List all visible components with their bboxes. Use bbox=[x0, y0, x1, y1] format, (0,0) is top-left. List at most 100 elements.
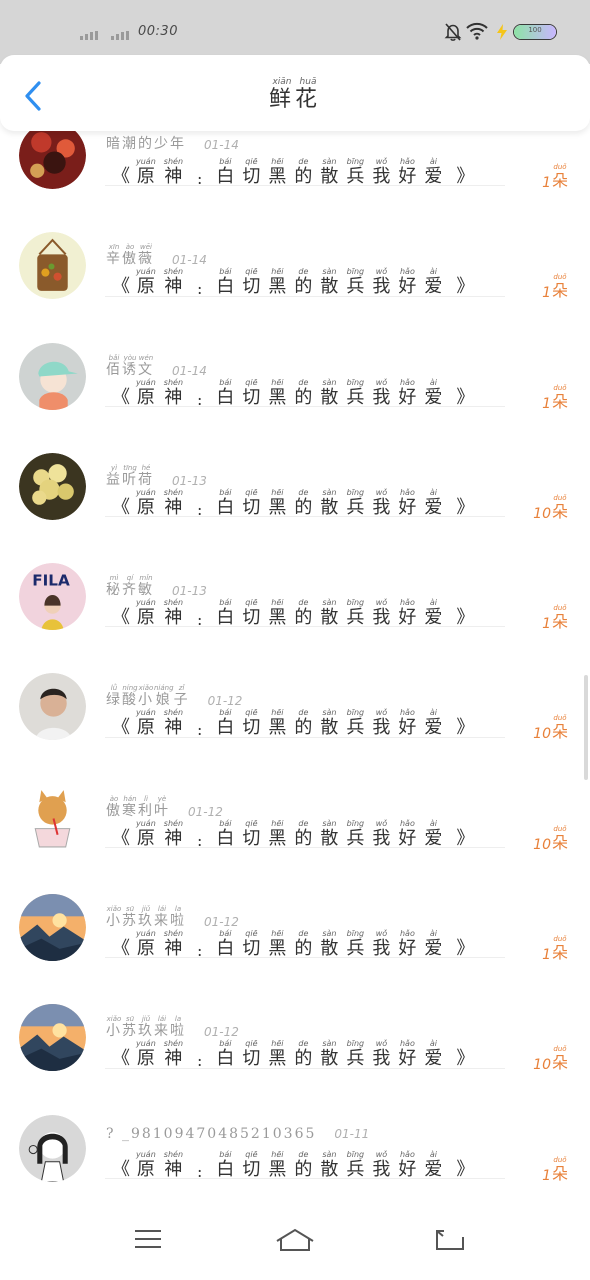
fila-girl-avatar[interactable]: FILA bbox=[19, 563, 86, 631]
message-char: 神shén bbox=[163, 157, 184, 187]
message-char: 的de bbox=[294, 818, 313, 849]
list-item[interactable]: 傲ào寒hán利lì叶yè 01-12 《原yuán 神shén: 白bái 切qiē 黑h… bbox=[0, 738, 590, 853]
message-char: 原yuán bbox=[136, 157, 156, 187]
message-char: 神shén bbox=[163, 377, 184, 408]
gift-message: 《原yuán 神shén: 白bái 切qiē 黑hēi 的de 散sàn 兵bīng 我wǒ 好… bbox=[106, 708, 480, 739]
date: 01-13 bbox=[172, 584, 207, 599]
message-char: 的de bbox=[294, 598, 313, 629]
message-char: 爱ài bbox=[424, 487, 443, 518]
close-bracket: 》 bbox=[456, 827, 475, 849]
message-char: 原yuán bbox=[136, 487, 156, 518]
cartoon-girl-cap-avatar[interactable] bbox=[19, 342, 86, 410]
flower-count: 1 朵duǒ bbox=[542, 1156, 568, 1184]
back-icon[interactable] bbox=[434, 1227, 466, 1253]
item-meta: 秘mì齐qí敏mǐn 01-13 bbox=[106, 574, 207, 599]
close-bracket: 》 bbox=[456, 276, 475, 298]
username[interactable]: 益yì听tīng荷hé bbox=[106, 464, 154, 489]
list-item[interactable]: 小xiǎo苏sū玖jiǔ来lái啦la 01-12 《原yuán 神shén: 白bái… bbox=[0, 848, 590, 963]
list-item[interactable]: 益yì听tīng荷hé 01-13 《原yuán 神shén: 白bái 切qiē 黑hēi… bbox=[0, 407, 590, 522]
username-char: 来lái bbox=[154, 905, 170, 930]
message-char: 兵bīng bbox=[346, 929, 365, 960]
message-char: 兵bīng bbox=[346, 598, 365, 629]
username-char: 小xiǎo bbox=[106, 1015, 122, 1040]
username-char: 年 bbox=[170, 136, 186, 152]
message-char: 好hǎo bbox=[398, 1149, 417, 1180]
message-char: 散sàn bbox=[320, 377, 339, 408]
home-icon[interactable] bbox=[275, 1227, 315, 1253]
list-item[interactable]: 小xiǎo苏sū玖jiǔ来lái啦la 01-12 《原yuán 神shén: 白bái… bbox=[0, 958, 590, 1073]
username-char: 绿lǜ bbox=[106, 684, 122, 709]
username[interactable]: 傲ào寒hán利lì叶yè bbox=[106, 795, 170, 820]
open-bracket: 《 bbox=[112, 496, 130, 518]
message-char: 我wǒ bbox=[372, 929, 391, 960]
message-char: 散sàn bbox=[320, 929, 339, 960]
message-char: 原yuán bbox=[136, 818, 156, 849]
username[interactable]: ? _98109470485210365 bbox=[106, 1126, 316, 1142]
red-flower-portrait-avatar[interactable] bbox=[19, 122, 86, 189]
username-char: ? _98109470485210365 bbox=[106, 1125, 317, 1142]
message-char: 神shén bbox=[163, 1039, 184, 1070]
message-char: 原yuán bbox=[136, 377, 156, 408]
message-char: 白bái bbox=[216, 598, 235, 629]
gift-message: 《原yuán 神shén: 白bái 切qiē 黑hēi 的de 散sàn 兵bīng 我wǒ 好… bbox=[106, 1150, 480, 1181]
open-bracket: 《 bbox=[112, 386, 130, 408]
username-char: 傲ào bbox=[106, 794, 122, 819]
cat-drinking-avatar[interactable] bbox=[19, 783, 86, 851]
message-char: 白bái bbox=[216, 267, 235, 298]
username[interactable]: 暗潮的少年 bbox=[106, 133, 186, 153]
system-navbar bbox=[0, 1205, 590, 1280]
message-char: 散sàn bbox=[320, 708, 339, 739]
message-char: 好hǎo bbox=[398, 267, 417, 298]
open-bracket: 《 bbox=[112, 1048, 130, 1070]
username-char: 秘mì bbox=[106, 574, 122, 599]
yellow-flower-bouquet-avatar[interactable] bbox=[19, 452, 86, 520]
flower-bag-avatar[interactable] bbox=[19, 232, 86, 300]
signal-icon bbox=[80, 31, 98, 40]
sunset-landscape-avatar[interactable] bbox=[19, 894, 86, 962]
sunset-landscape-avatar[interactable] bbox=[19, 1004, 86, 1072]
item-meta: 绿lǜ酸níng小xiǎo娘niáng子zǐ 01-12 bbox=[106, 684, 242, 709]
message-char: 白bái bbox=[216, 1039, 235, 1070]
username-char: 益yì bbox=[106, 463, 122, 488]
message-char: 白bái bbox=[216, 818, 235, 849]
message-char: 神shén bbox=[163, 487, 184, 518]
username[interactable]: 佰bǎi诱yòu文wén bbox=[106, 354, 154, 379]
message-char: 切qiē bbox=[242, 267, 261, 298]
charging-icon bbox=[497, 24, 507, 40]
message-char: 爱ài bbox=[424, 929, 443, 960]
username[interactable]: 小xiǎo苏sū玖jiǔ来lái啦la bbox=[106, 905, 186, 930]
username-char: 荷hé bbox=[138, 463, 154, 488]
username[interactable]: 秘mì齐qí敏mǐn bbox=[106, 574, 154, 599]
sketch-girl-avatar[interactable] bbox=[19, 1114, 86, 1182]
message-char: 我wǒ bbox=[372, 377, 391, 408]
username[interactable]: 绿lǜ酸níng小xiǎo娘niáng子zǐ bbox=[106, 684, 190, 709]
menu-icon[interactable] bbox=[133, 1227, 163, 1251]
username-char: 少 bbox=[154, 136, 170, 152]
message-char: 切qiē bbox=[242, 598, 261, 629]
message-char: 爱ài bbox=[424, 1149, 443, 1180]
title-char: 鲜xiān bbox=[268, 77, 295, 112]
list-item[interactable]: 佰bǎi诱yòu文wén 01-14 《原yuán 神shén: 白bái 切qiē 黑hē… bbox=[0, 297, 590, 412]
list-item[interactable]: 辛xīn傲ào薇wēi 01-14 《原yuán 神shén: 白bái 切qiē 黑hēi… bbox=[0, 186, 590, 301]
message-char: 黑hēi bbox=[268, 598, 287, 629]
list-item[interactable]: 绿lǜ酸níng小xiǎo娘niáng子zǐ 01-12 《原yuán 神shén: 白… bbox=[0, 627, 590, 742]
gift-record-list[interactable]: 暗潮的少年 01-14 《原yuán 神shén: 白bái 切qiē 黑hēi 的de 散sà… bbox=[0, 76, 590, 1184]
username-char: 啦la bbox=[170, 905, 186, 930]
date: 01-12 bbox=[204, 1025, 239, 1040]
message-char: 黑hēi bbox=[268, 929, 287, 960]
message-char: 我wǒ bbox=[372, 708, 391, 739]
message-char: 散sàn bbox=[320, 487, 339, 518]
message-char: 爱ài bbox=[424, 708, 443, 739]
young-man-portrait-avatar[interactable] bbox=[19, 673, 86, 741]
item-meta: 佰bǎi诱yòu文wén 01-14 bbox=[106, 354, 207, 379]
message-char: 爱ài bbox=[424, 818, 443, 849]
message-char: 原yuán bbox=[136, 598, 156, 629]
username[interactable]: 辛xīn傲ào薇wēi bbox=[106, 243, 154, 268]
list-item[interactable]: ? _98109470485210365 01-11 《原yuán 神shén: 白bá… bbox=[0, 1069, 590, 1184]
username[interactable]: 小xiǎo苏sū玖jiǔ来lái啦la bbox=[106, 1015, 186, 1040]
username-char: 文wén bbox=[138, 353, 154, 378]
list-item[interactable]: FILA 秘mì齐qí敏mǐn 01-13 《原yuán 神shén: 白bái 切qiē 黑… bbox=[0, 517, 590, 632]
message-char: 原yuán bbox=[136, 1039, 156, 1070]
username-char: 听tīng bbox=[122, 463, 138, 488]
scrollbar[interactable] bbox=[584, 675, 588, 780]
